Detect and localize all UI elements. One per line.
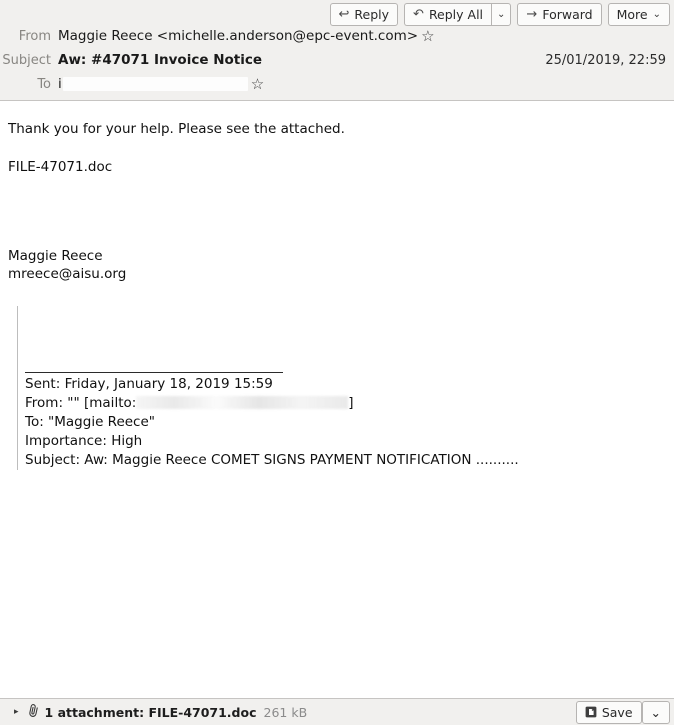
save-file-icon — [585, 706, 597, 718]
reply-all-button-label: Reply All — [428, 7, 484, 22]
from-address[interactable]: Maggie Reece <michelle.anderson@epc-even… — [58, 28, 418, 44]
quote-from-redaction — [136, 396, 349, 410]
paperclip-icon — [26, 703, 40, 722]
chevron-down-icon: ⌄ — [652, 8, 661, 20]
star-icon[interactable]: ☆ — [251, 76, 264, 92]
reply-button[interactable]: ↩ Reply — [329, 3, 399, 26]
chevron-down-icon: ⌄ — [497, 9, 506, 20]
reply-all-split-button: ↶ Reply All ⌄ — [404, 3, 512, 26]
signature-email: mreece@aisu.org — [8, 266, 127, 283]
reply-arrow-icon: ↩ — [338, 7, 350, 22]
quoted-message-block: Sent: Friday, January 18, 2019 15:59 Fro… — [17, 305, 664, 471]
reply-all-arrow-icon: ↶ — [413, 7, 424, 22]
body-file-line: FILE-47071.doc — [8, 158, 113, 175]
subject-value: Aw: #47071 Invoice Notice — [58, 52, 263, 68]
to-address-redaction — [62, 77, 248, 91]
quote-importance-line: Importance: High — [25, 433, 143, 450]
forward-button[interactable]: → Forward — [517, 3, 602, 26]
quote-from-prefix: From: "" [mailto: — [25, 394, 137, 411]
signature-name: Maggie Reece — [8, 248, 103, 265]
quote-from-suffix: ] — [348, 394, 354, 411]
attachment-label[interactable]: 1 attachment: FILE-47071.doc — [45, 705, 257, 720]
reply-all-dropdown-button[interactable]: ⌄ — [491, 3, 512, 26]
save-button-label: Save — [601, 704, 633, 720]
expand-twisty-icon[interactable]: ▸ — [14, 707, 19, 717]
quote-to-line: To: "Maggie Reece" — [25, 413, 155, 430]
quote-divider — [25, 371, 283, 373]
subject-row: Subject Aw: #47071 Invoice Notice 25/01/… — [0, 52, 674, 76]
body-blank-space — [8, 195, 664, 247]
star-icon[interactable]: ☆ — [421, 28, 434, 44]
attachment-size: 261 kB — [263, 704, 308, 720]
attachment-bar: ▸ 1 attachment: FILE-47071.doc 261 kB Sa… — [0, 698, 674, 725]
quote-from-line: From: "" [mailto:] — [25, 394, 664, 413]
chevron-down-icon: ⌄ — [650, 704, 661, 720]
more-button-label: More — [616, 7, 648, 22]
message-date: 25/01/2019, 22:59 — [545, 53, 666, 68]
to-label: To — [37, 77, 51, 92]
from-row: From Maggie Reece <michelle.anderson@epc… — [0, 28, 674, 52]
more-button[interactable]: More ⌄ — [607, 3, 670, 26]
subject-label: Subject — [2, 53, 51, 68]
save-dropdown-button[interactable]: ⌄ — [641, 700, 670, 724]
from-value-wrap: Maggie Reece <michelle.anderson@epc-even… — [58, 28, 666, 44]
reply-all-button[interactable]: ↶ Reply All — [404, 3, 492, 26]
quote-subject-line: Subject: Aw: Maggie Reece COMET SIGNS PA… — [25, 452, 519, 469]
forward-button-label: Forward — [542, 7, 593, 22]
message-header: ↩ Reply ↶ Reply All ⌄ → Forward More ⌄ F… — [0, 0, 674, 101]
to-row: To i ☆ — [0, 76, 674, 100]
body-greeting: Thank you for your help. Please see the … — [8, 121, 345, 137]
reply-button-label: Reply — [354, 7, 390, 22]
quote-sent-line: Sent: Friday, January 18, 2019 15:59 — [25, 375, 273, 392]
to-value-wrap: i ☆ — [58, 76, 666, 92]
message-toolbar: ↩ Reply ↶ Reply All ⌄ → Forward More ⌄ — [0, 0, 674, 28]
signature-block: Maggie Reece mreece@aisu.org — [8, 247, 664, 283]
to-address[interactable]: i — [58, 76, 62, 92]
message-body: Thank you for your help. Please see the … — [0, 106, 674, 698]
save-button[interactable]: Save — [575, 700, 642, 724]
quote-blank-space — [25, 306, 664, 372]
save-split-button: Save ⌄ — [575, 700, 670, 724]
forward-arrow-icon: → — [526, 7, 538, 22]
from-label: From — [18, 29, 51, 44]
